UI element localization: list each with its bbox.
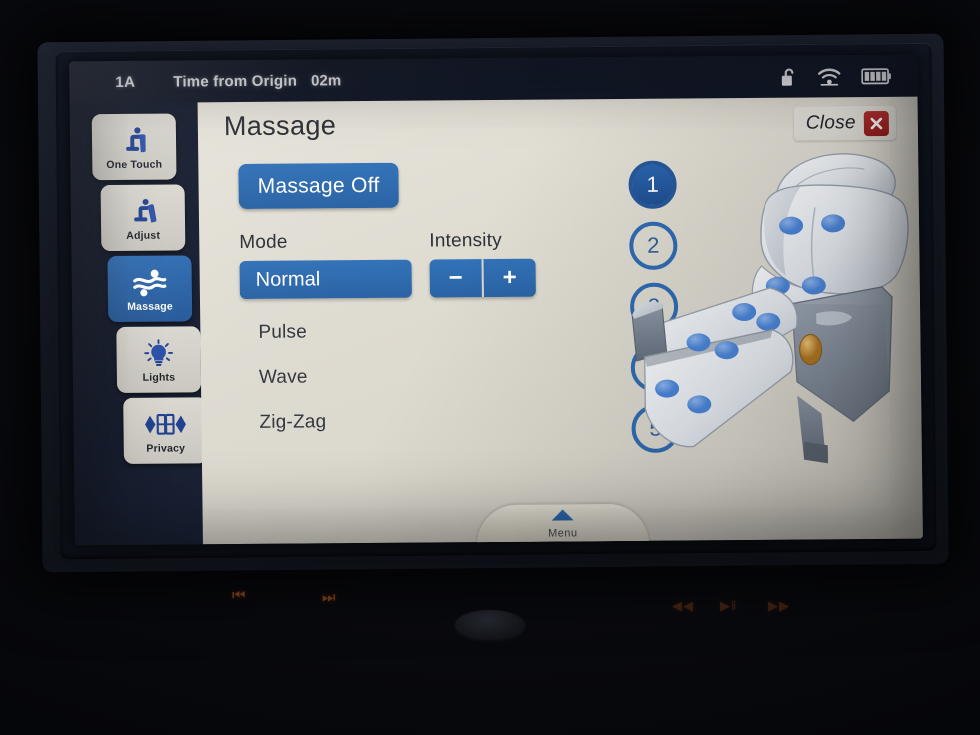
reclined-seat-massage-points [618, 145, 922, 477]
mode-option-zig-zag[interactable]: Zig-Zag [241, 411, 421, 434]
rewind-button[interactable]: ◀◀ [672, 598, 694, 614]
sidebar-item-label: Lights [142, 371, 176, 384]
sidebar-item-label: Massage [127, 300, 173, 313]
status-icons [780, 65, 891, 87]
seat-upright-icon [119, 123, 149, 157]
menu-tab-button[interactable]: Menu [476, 503, 649, 546]
mode-group: Mode Normal Pulse Wave Zig-Zag [239, 231, 421, 434]
next-track-button[interactable]: ⏭ [322, 589, 337, 606]
menu-label: Menu [548, 527, 578, 540]
sidebar-item-lights[interactable]: Lights [116, 326, 202, 393]
massage-waves-icon [133, 265, 167, 299]
intensity-label: Intensity [429, 229, 502, 252]
touchscreen[interactable]: 1A Time from Origin 02m One Touch Adjust… [69, 54, 923, 546]
seat-recline-icon [128, 194, 158, 228]
intensity-stepper: − + [429, 258, 536, 298]
sidebar-item-privacy[interactable]: Privacy [123, 397, 208, 464]
battery-icon [861, 67, 891, 84]
close-x-icon [863, 110, 890, 136]
mode-intensity-row: Mode Normal Pulse Wave Zig-Zag Intensity… [239, 229, 571, 434]
close-button[interactable]: Close [793, 105, 897, 141]
time-from-origin-label: Time from Origin [173, 72, 298, 91]
mode-option-wave[interactable]: Wave [241, 366, 421, 389]
sidebar-item-massage[interactable]: Massage [107, 255, 193, 323]
sidebar-item-label: Privacy [146, 441, 186, 455]
app-area: One Touch Adjust Massage Lights Privacy … [69, 96, 923, 546]
device-photo: 1A Time from Origin 02m One Touch Adjust… [0, 0, 980, 735]
intensity-decrease-button[interactable]: − [429, 259, 484, 298]
triangle-up-icon [551, 508, 575, 526]
time-from-origin-value: 02m [310, 71, 342, 89]
previous-track-button[interactable]: ⏮ [232, 587, 247, 604]
intensity-increase-button[interactable]: + [483, 259, 535, 297]
mode-label: Mode [239, 231, 288, 254]
massage-power-button[interactable]: Massage Off [238, 162, 399, 210]
sidebar-item-label: Adjust [126, 229, 161, 242]
content-panel: Massage Close Massage Off Mode Normal Pu… [197, 96, 923, 546]
mode-option-pulse[interactable]: Pulse [240, 321, 420, 344]
mode-option-normal[interactable]: Normal [239, 259, 412, 300]
sidebar: One Touch Adjust Massage Lights Privacy [69, 102, 208, 546]
play-pause-button[interactable]: ▶‖ [720, 598, 737, 614]
intensity-group: Intensity − + [429, 230, 537, 433]
lightbulb-icon [142, 336, 174, 370]
unlock-icon [780, 66, 797, 87]
privacy-divider-icon [144, 407, 186, 441]
seat-number: 1A [115, 73, 136, 91]
sidebar-item-adjust[interactable]: Adjust [100, 184, 186, 252]
hardware-button-strip: ⏮ ⏭ ◀◀ ▶‖ ▶▶ [0, 560, 980, 735]
sidebar-item-one-touch[interactable]: One Touch [91, 113, 177, 181]
wifi-icon [817, 67, 841, 86]
status-bar: 1A Time from Origin 02m [69, 54, 918, 104]
sidebar-item-label: One Touch [106, 158, 163, 171]
close-label: Close [805, 112, 856, 134]
control-knob[interactable] [455, 610, 525, 640]
page-title: Massage [223, 110, 337, 142]
fast-forward-button[interactable]: ▶▶ [768, 598, 790, 614]
massage-controls: Massage Off Mode Normal Pulse Wave Zig-Z… [238, 161, 571, 434]
